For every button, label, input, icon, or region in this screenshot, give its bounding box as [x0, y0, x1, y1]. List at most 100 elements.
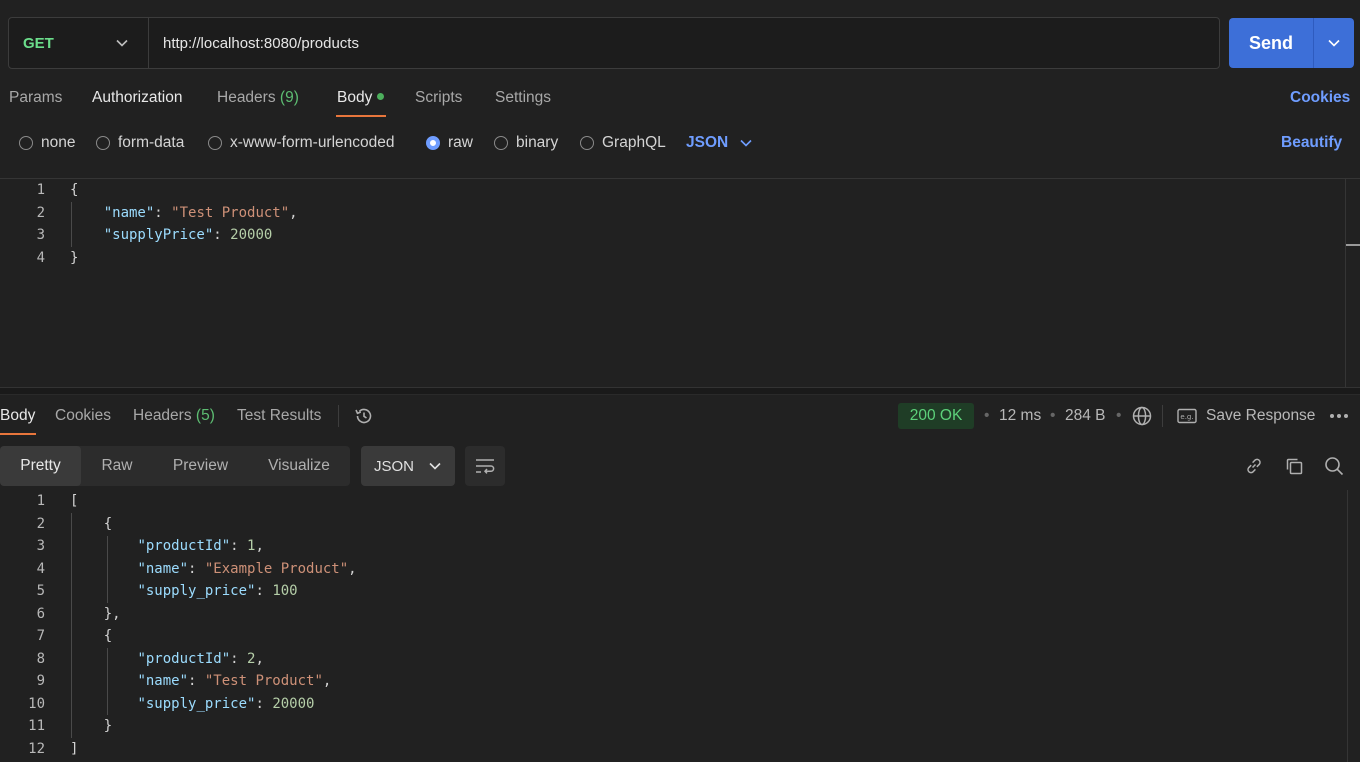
view-visualize-button[interactable]: Visualize	[248, 446, 350, 486]
line-number: 12	[28, 740, 45, 757]
link-icon[interactable]	[1242, 454, 1266, 478]
radio-urlencoded-circle	[208, 136, 222, 150]
response-tab-headers[interactable]: Headers (5)	[133, 406, 215, 426]
meta-separator: •	[1116, 407, 1122, 424]
code-key: "supplyPrice"	[103, 227, 214, 243]
radio-none-label: none	[41, 134, 76, 151]
code-key: "supply_price"	[137, 583, 256, 599]
line-number: 3	[36, 538, 45, 554]
wrap-lines-button[interactable]	[465, 446, 505, 486]
body-format-select[interactable]: JSON	[686, 133, 752, 153]
active-tab-indicator	[336, 115, 386, 117]
response-tab-body[interactable]: Body	[0, 406, 35, 426]
radio-raw-circle	[426, 136, 440, 150]
response-size[interactable]: 284 B	[1065, 406, 1106, 426]
line-number: 9	[36, 673, 45, 689]
code-string: "Test Product"	[171, 204, 290, 221]
response-time[interactable]: 12 ms	[999, 406, 1041, 426]
response-body-viewer[interactable]: [ { "productId": 1, "name": "Example Pro…	[70, 490, 357, 760]
chevron-down-icon	[1328, 39, 1340, 47]
send-button[interactable]: Send	[1229, 18, 1313, 68]
line-number: 8	[36, 650, 45, 667]
status-badge[interactable]: 200 OK	[898, 403, 974, 429]
beautify-button[interactable]: Beautify	[1281, 133, 1342, 153]
chevron-down-icon	[740, 139, 752, 147]
code-number: 20000	[230, 227, 273, 243]
tab-body[interactable]: Body	[337, 88, 385, 108]
code-number: 20000	[272, 695, 315, 712]
response-line-numbers: 1 2 3 4 5 6 7 8 9 10 11 12	[0, 490, 45, 760]
body-modified-dot	[377, 93, 385, 101]
globe-icon[interactable]	[1130, 404, 1154, 428]
radio-urlencoded-label: x-www-form-urlencoded	[230, 134, 395, 151]
copy-icon[interactable]	[1282, 454, 1306, 478]
tab-scripts[interactable]: Scripts	[415, 88, 462, 108]
method-label: GET	[23, 34, 54, 52]
tab-headers-count: (9)	[279, 89, 299, 106]
response-format-select[interactable]: JSON	[361, 446, 455, 486]
line-number: 11	[28, 718, 45, 734]
code-string: "Test Product"	[204, 673, 323, 689]
tab-headers[interactable]: Headers (9)	[217, 88, 299, 108]
body-format-label: JSON	[686, 134, 729, 151]
response-tab-headers-count: (5)	[195, 407, 215, 424]
method-select[interactable]: GET	[9, 18, 149, 68]
line-number: 2	[36, 515, 45, 532]
request-body-editor[interactable]: { "name": "Test Product", "supplyPrice":…	[70, 179, 298, 269]
code-string: "Example Product"	[204, 560, 349, 577]
tab-authorization[interactable]: Authorization	[92, 88, 182, 108]
code-key: "name"	[137, 560, 189, 577]
radio-graphql-label: GraphQL	[602, 134, 666, 151]
meta-separator: •	[984, 407, 990, 424]
view-raw-button[interactable]: Raw	[81, 446, 153, 486]
divider	[1162, 405, 1163, 427]
save-response-button[interactable]: e.g. Save Response	[1177, 406, 1315, 426]
response-view-toggle: Pretty Raw Preview Visualize	[0, 446, 350, 486]
tab-body-label: Body	[337, 89, 373, 106]
radio-form-data-label: form-data	[118, 134, 185, 151]
line-number: 4	[36, 560, 45, 577]
line-number: 4	[36, 249, 45, 266]
response-tab-headers-label: Headers	[133, 407, 192, 424]
line-number: 5	[36, 583, 45, 599]
search-icon[interactable]	[1322, 454, 1346, 478]
line-number: 7	[36, 628, 45, 644]
divider	[338, 405, 339, 427]
history-icon[interactable]	[352, 404, 376, 428]
radio-raw[interactable]: raw	[426, 133, 473, 153]
svg-text:e.g.: e.g.	[1180, 413, 1193, 421]
editor-scrollbar-marker	[1346, 244, 1360, 246]
radio-form-data[interactable]: form-data	[96, 133, 184, 153]
code-brace: }	[70, 249, 79, 266]
code-key: "productId"	[137, 538, 231, 554]
url-bar: GET	[8, 17, 1220, 69]
radio-urlencoded[interactable]: x-www-form-urlencoded	[208, 133, 395, 153]
code-key: "name"	[103, 204, 155, 221]
meta-separator: •	[1050, 407, 1056, 424]
wrap-icon	[476, 459, 495, 474]
url-input[interactable]	[149, 18, 1219, 68]
more-options-icon[interactable]	[1328, 406, 1350, 426]
radio-binary[interactable]: binary	[494, 133, 558, 153]
pane-resize-handle[interactable]	[0, 387, 1360, 395]
cookies-link[interactable]: Cookies	[1290, 88, 1350, 108]
code-brace: {	[70, 182, 79, 198]
view-preview-button[interactable]: Preview	[153, 446, 248, 486]
code-key: "productId"	[137, 650, 231, 667]
response-scrollbar-track[interactable]	[1347, 490, 1348, 762]
view-pretty-button[interactable]: Pretty	[0, 446, 81, 486]
radio-graphql[interactable]: GraphQL	[580, 133, 666, 153]
tab-params[interactable]: Params	[9, 88, 62, 108]
tab-settings[interactable]: Settings	[495, 88, 551, 108]
line-number: 1	[36, 493, 45, 509]
send-options-button[interactable]	[1313, 18, 1354, 68]
response-tab-test-results[interactable]: Test Results	[237, 406, 321, 426]
response-tab-cookies[interactable]: Cookies	[55, 406, 111, 426]
request-line-numbers: 1 2 3 4	[0, 179, 45, 269]
line-number: 1	[36, 182, 45, 198]
response-active-tab-indicator	[0, 433, 36, 435]
radio-graphql-circle	[580, 136, 594, 150]
code-key: "supply_price"	[137, 695, 256, 712]
radio-none[interactable]: none	[19, 133, 75, 153]
editor-scrollbar-track[interactable]	[1345, 179, 1346, 387]
